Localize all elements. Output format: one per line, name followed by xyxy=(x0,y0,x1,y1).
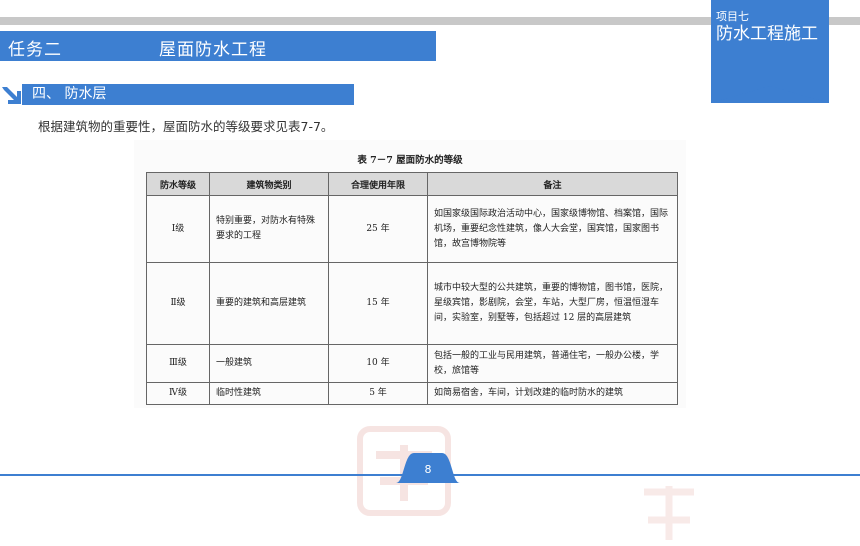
section-heading: 四、 防水层 xyxy=(0,84,354,105)
column-header: 建筑物类别 xyxy=(209,172,329,196)
badge-project-name: 防水工程施工 xyxy=(716,24,818,44)
table-cell: 包括一般的工业与民用建筑，普通住宅，一般办公楼，学校，旅馆等 xyxy=(427,344,678,383)
column-header: 备注 xyxy=(427,172,678,196)
table-cell: 如简易宿舍，车间，计划改建的临时防水的建筑 xyxy=(427,382,678,405)
arrow-down-right-icon xyxy=(2,87,21,104)
topic-title: 屋面防水工程 xyxy=(159,40,267,60)
table-cell: 25 年 xyxy=(328,195,428,263)
waterproof-grade-table: 防水等级 建筑物类别 合理使用年限 备注 Ⅰ级 特别重要，对防水有特殊要求的工程… xyxy=(146,172,678,405)
table-header-row: 防水等级 建筑物类别 合理使用年限 备注 xyxy=(146,172,678,196)
table-cell: 重要的建筑和高层建筑 xyxy=(209,262,329,345)
table-cell: 15 年 xyxy=(328,262,428,345)
table-row: Ⅰ级 特别重要，对防水有特殊要求的工程 25 年 如国家级国际政治活动中心，国家… xyxy=(146,195,678,263)
page-number-tab: 8 xyxy=(396,449,460,483)
description-text: 根据建筑物的重要性，屋面防水的等级要求见表7-7。 xyxy=(38,119,334,134)
badge-project-label: 项目七 xyxy=(716,10,749,23)
column-header: 合理使用年限 xyxy=(328,172,428,196)
table-cell: 特别重要，对防水有特殊要求的工程 xyxy=(209,195,329,263)
project-badge: 项目七 防水工程施工 xyxy=(711,0,829,103)
table-cell: Ⅲ级 xyxy=(146,344,210,383)
table-caption: 表 7－7 屋面防水的等级 xyxy=(357,155,463,166)
table-cell: 10 年 xyxy=(328,344,428,383)
column-header: 防水等级 xyxy=(146,172,210,196)
table-cell: Ⅳ级 xyxy=(146,382,210,405)
waterproof-grade-table-figure: 表 7－7 屋面防水的等级 防水等级 建筑物类别 合理使用年限 备注 Ⅰ级 特别… xyxy=(134,140,694,540)
page-number: 8 xyxy=(424,463,432,476)
section-title: 四、 防水层 xyxy=(32,86,107,102)
title-bar: 任务二 屋面防水工程 xyxy=(0,31,436,61)
watermark-mark-icon xyxy=(644,486,694,540)
table-cell: 城市中较大型的公共建筑，重要的博物馆，图书馆，医院，星级宾馆，影剧院，会堂，车站… xyxy=(427,262,678,345)
table-cell: 一般建筑 xyxy=(209,344,329,383)
table-row: Ⅳ级 临时性建筑 5 年 如简易宿舍，车间，计划改建的临时防水的建筑 xyxy=(146,382,678,405)
section-title-bar: 四、 防水层 xyxy=(22,84,354,105)
task-label: 任务二 xyxy=(8,40,62,60)
table-cell: Ⅰ级 xyxy=(146,195,210,263)
table-cell: 临时性建筑 xyxy=(209,382,329,405)
table-row: Ⅲ级 一般建筑 10 年 包括一般的工业与民用建筑，普通住宅，一般办公楼，学校，… xyxy=(146,344,678,383)
table-cell: 5 年 xyxy=(328,382,428,405)
table-cell: 如国家级国际政治活动中心，国家级博物馆、档案馆，国际机场，重要纪念性建筑，像人大… xyxy=(427,195,678,263)
table-row: Ⅱ级 重要的建筑和高层建筑 15 年 城市中较大型的公共建筑，重要的博物馆，图书… xyxy=(146,262,678,345)
table-cell: Ⅱ级 xyxy=(146,262,210,345)
